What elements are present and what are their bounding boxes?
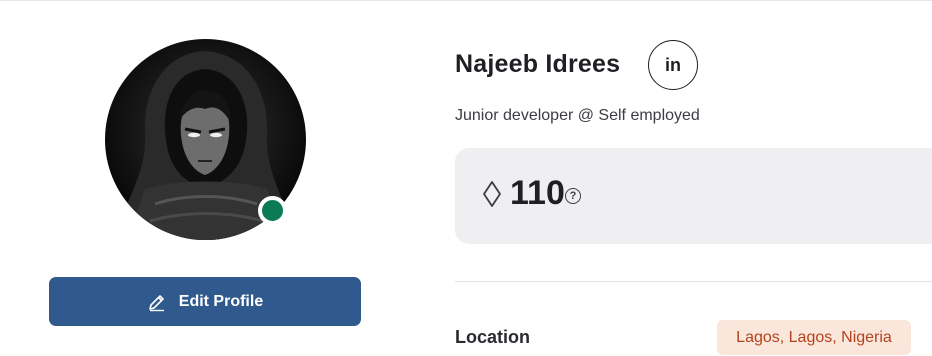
top-divider (0, 0, 932, 1)
location-badge: Lagos, Lagos, Nigeria (717, 320, 911, 355)
profile-headline: Junior developer @ Self employed (455, 107, 700, 124)
points-value: 110 (510, 174, 565, 212)
location-label: Location (455, 327, 530, 347)
online-status-dot (258, 196, 287, 225)
linkedin-icon[interactable]: in (648, 40, 698, 90)
diamond-icon (482, 180, 502, 208)
edit-profile-button[interactable]: Edit Profile (49, 277, 361, 326)
profile-name: Najeeb Idrees (455, 50, 621, 78)
edit-profile-label: Edit Profile (178, 292, 264, 310)
pencil-icon (147, 292, 167, 312)
help-icon[interactable]: ? (565, 188, 581, 204)
section-divider (455, 281, 932, 282)
